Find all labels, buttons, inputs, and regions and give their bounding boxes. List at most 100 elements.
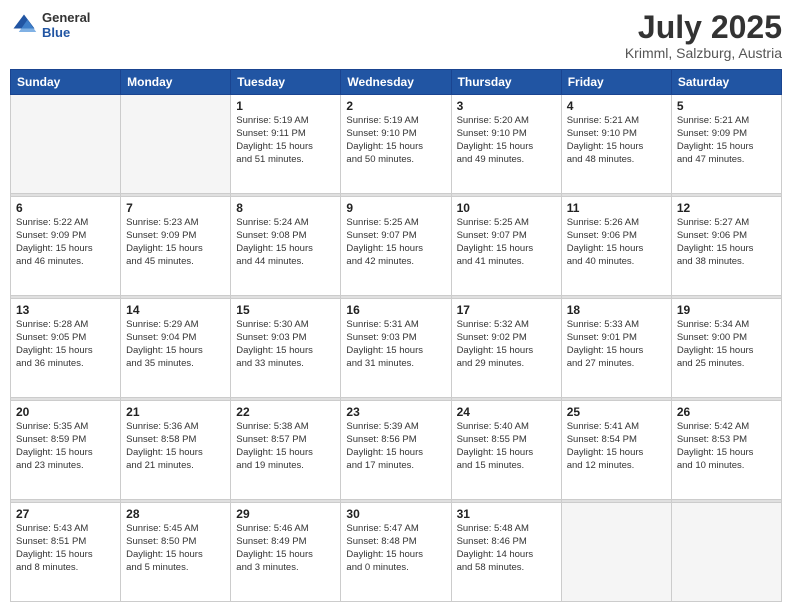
calendar-cell: 1 Sunrise: 5:19 AM Sunset: 9:11 PM Daylig…	[231, 95, 341, 194]
day-number: 22	[236, 405, 335, 419]
col-header-saturday: Saturday	[671, 70, 781, 95]
day-info: Sunrise: 5:20 AM Sunset: 9:10 PM Dayligh…	[457, 115, 556, 166]
calendar-cell: 13 Sunrise: 5:28 AM Sunset: 9:05 PM Dayli…	[11, 299, 121, 398]
day-number: 27	[16, 507, 115, 521]
day-info: Sunrise: 5:39 AM Sunset: 8:56 PM Dayligh…	[346, 421, 445, 472]
col-header-friday: Friday	[561, 70, 671, 95]
calendar-cell: 17 Sunrise: 5:32 AM Sunset: 9:02 PM Dayli…	[451, 299, 561, 398]
calendar-cell: 24 Sunrise: 5:40 AM Sunset: 8:55 PM Dayli…	[451, 401, 561, 500]
calendar-cell: 6 Sunrise: 5:22 AM Sunset: 9:09 PM Daylig…	[11, 197, 121, 296]
day-info: Sunrise: 5:23 AM Sunset: 9:09 PM Dayligh…	[126, 217, 225, 268]
day-number: 10	[457, 201, 556, 215]
col-header-tuesday: Tuesday	[231, 70, 341, 95]
day-info: Sunrise: 5:36 AM Sunset: 8:58 PM Dayligh…	[126, 421, 225, 472]
day-number: 8	[236, 201, 335, 215]
day-number: 18	[567, 303, 666, 317]
day-number: 23	[346, 405, 445, 419]
day-number: 15	[236, 303, 335, 317]
day-number: 12	[677, 201, 776, 215]
title-block: July 2025 Krimml, Salzburg, Austria	[625, 10, 782, 61]
day-info: Sunrise: 5:38 AM Sunset: 8:57 PM Dayligh…	[236, 421, 335, 472]
calendar-cell: 21 Sunrise: 5:36 AM Sunset: 8:58 PM Dayli…	[121, 401, 231, 500]
day-number: 21	[126, 405, 225, 419]
calendar-header-row: SundayMondayTuesdayWednesdayThursdayFrid…	[11, 70, 782, 95]
calendar-cell: 11 Sunrise: 5:26 AM Sunset: 9:06 PM Dayli…	[561, 197, 671, 296]
calendar-cell: 28Sunrise: 5:45 AM Sunset: 8:50 PM Dayli…	[121, 503, 231, 602]
day-info: Sunrise: 5:34 AM Sunset: 9:00 PM Dayligh…	[677, 319, 776, 370]
logo-text: General Blue	[42, 10, 90, 40]
day-number: 3	[457, 99, 556, 113]
day-number: 4	[567, 99, 666, 113]
calendar-cell: 25 Sunrise: 5:41 AM Sunset: 8:54 PM Dayli…	[561, 401, 671, 500]
calendar-cell: 4 Sunrise: 5:21 AM Sunset: 9:10 PM Daylig…	[561, 95, 671, 194]
day-number: 9	[346, 201, 445, 215]
calendar-cell	[561, 503, 671, 602]
day-info: Sunrise: 5:42 AM Sunset: 8:53 PM Dayligh…	[677, 421, 776, 472]
day-number: 5	[677, 99, 776, 113]
logo-general: General	[42, 10, 90, 25]
day-number: 6	[16, 201, 115, 215]
day-info: Sunrise: 5:46 AM Sunset: 8:49 PM Dayligh…	[236, 523, 335, 574]
calendar-cell	[121, 95, 231, 194]
day-info: Sunrise: 5:19 AM Sunset: 9:11 PM Dayligh…	[236, 115, 335, 166]
day-number: 14	[126, 303, 225, 317]
logo-icon	[10, 11, 38, 39]
calendar-cell: 3 Sunrise: 5:20 AM Sunset: 9:10 PM Daylig…	[451, 95, 561, 194]
calendar-cell	[11, 95, 121, 194]
day-info: Sunrise: 5:26 AM Sunset: 9:06 PM Dayligh…	[567, 217, 666, 268]
day-info: Sunrise: 5:24 AM Sunset: 9:08 PM Dayligh…	[236, 217, 335, 268]
day-number: 1	[236, 99, 335, 113]
day-number: 13	[16, 303, 115, 317]
day-number: 28	[126, 507, 225, 521]
day-number: 30	[346, 507, 445, 521]
day-info: Sunrise: 5:48 AM Sunset: 8:46 PM Dayligh…	[457, 523, 556, 574]
day-info: Sunrise: 5:21 AM Sunset: 9:09 PM Dayligh…	[677, 115, 776, 166]
col-header-sunday: Sunday	[11, 70, 121, 95]
month-title: July 2025	[625, 10, 782, 45]
day-number: 24	[457, 405, 556, 419]
day-info: Sunrise: 5:43 AM Sunset: 8:51 PM Dayligh…	[16, 523, 115, 574]
page: General Blue July 2025 Krimml, Salzburg,…	[0, 0, 792, 612]
day-number: 26	[677, 405, 776, 419]
day-number: 16	[346, 303, 445, 317]
day-info: Sunrise: 5:40 AM Sunset: 8:55 PM Dayligh…	[457, 421, 556, 472]
calendar-cell: 12 Sunrise: 5:27 AM Sunset: 9:06 PM Dayli…	[671, 197, 781, 296]
col-header-thursday: Thursday	[451, 70, 561, 95]
day-info: Sunrise: 5:29 AM Sunset: 9:04 PM Dayligh…	[126, 319, 225, 370]
day-info: Sunrise: 5:27 AM Sunset: 9:06 PM Dayligh…	[677, 217, 776, 268]
day-info: Sunrise: 5:25 AM Sunset: 9:07 PM Dayligh…	[346, 217, 445, 268]
calendar-cell: 23 Sunrise: 5:39 AM Sunset: 8:56 PM Dayli…	[341, 401, 451, 500]
calendar-cell: 9 Sunrise: 5:25 AM Sunset: 9:07 PM Daylig…	[341, 197, 451, 296]
day-info: Sunrise: 5:22 AM Sunset: 9:09 PM Dayligh…	[16, 217, 115, 268]
day-info: Sunrise: 5:32 AM Sunset: 9:02 PM Dayligh…	[457, 319, 556, 370]
day-number: 20	[16, 405, 115, 419]
calendar-cell: 16 Sunrise: 5:31 AM Sunset: 9:03 PM Dayli…	[341, 299, 451, 398]
calendar-cell: 10Sunrise: 5:25 AM Sunset: 9:07 PM Dayli…	[451, 197, 561, 296]
day-number: 17	[457, 303, 556, 317]
calendar-cell: 20Sunrise: 5:35 AM Sunset: 8:59 PM Dayli…	[11, 401, 121, 500]
logo: General Blue	[10, 10, 90, 40]
logo-blue: Blue	[42, 25, 90, 40]
calendar-cell: 7 Sunrise: 5:23 AM Sunset: 9:09 PM Daylig…	[121, 197, 231, 296]
calendar-cell: 22 Sunrise: 5:38 AM Sunset: 8:57 PM Dayli…	[231, 401, 341, 500]
day-number: 11	[567, 201, 666, 215]
calendar-cell: 29Sunrise: 5:46 AM Sunset: 8:49 PM Dayli…	[231, 503, 341, 602]
calendar-cell: 8 Sunrise: 5:24 AM Sunset: 9:08 PM Daylig…	[231, 197, 341, 296]
day-info: Sunrise: 5:31 AM Sunset: 9:03 PM Dayligh…	[346, 319, 445, 370]
col-header-monday: Monday	[121, 70, 231, 95]
calendar-week-4: 20Sunrise: 5:35 AM Sunset: 8:59 PM Dayli…	[11, 401, 782, 500]
day-info: Sunrise: 5:21 AM Sunset: 9:10 PM Dayligh…	[567, 115, 666, 166]
day-info: Sunrise: 5:47 AM Sunset: 8:48 PM Dayligh…	[346, 523, 445, 574]
calendar-cell: 19Sunrise: 5:34 AM Sunset: 9:00 PM Dayli…	[671, 299, 781, 398]
calendar-cell: 31Sunrise: 5:48 AM Sunset: 8:46 PM Dayli…	[451, 503, 561, 602]
calendar-cell: 5 Sunrise: 5:21 AM Sunset: 9:09 PM Daylig…	[671, 95, 781, 194]
day-number: 2	[346, 99, 445, 113]
day-info: Sunrise: 5:41 AM Sunset: 8:54 PM Dayligh…	[567, 421, 666, 472]
day-number: 7	[126, 201, 225, 215]
day-number: 25	[567, 405, 666, 419]
calendar-cell: 14 Sunrise: 5:29 AM Sunset: 9:04 PM Dayli…	[121, 299, 231, 398]
calendar-cell: 30 Sunrise: 5:47 AM Sunset: 8:48 PM Dayli…	[341, 503, 451, 602]
day-info: Sunrise: 5:28 AM Sunset: 9:05 PM Dayligh…	[16, 319, 115, 370]
calendar-cell: 26 Sunrise: 5:42 AM Sunset: 8:53 PM Dayli…	[671, 401, 781, 500]
calendar-cell: 18Sunrise: 5:33 AM Sunset: 9:01 PM Dayli…	[561, 299, 671, 398]
